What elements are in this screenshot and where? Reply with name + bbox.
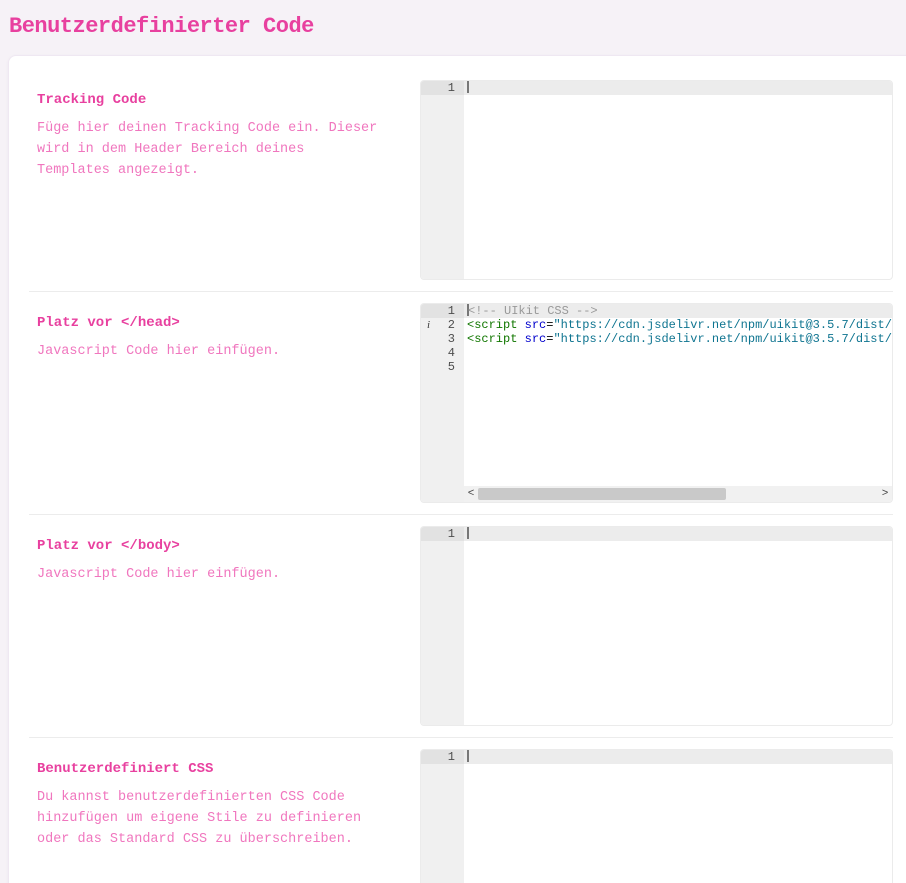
- code-line: <script src="https://cdn.jsdelivr.net/np…: [464, 318, 892, 332]
- section-before-body: Platz vor </body> Javascript Code hier e…: [29, 514, 893, 737]
- info-annotation-icon: i: [427, 318, 430, 332]
- section-custom-css: Benutzerdefiniert CSS Du kannst benutzer…: [29, 737, 893, 883]
- scroll-left-arrow-icon[interactable]: <: [464, 486, 478, 502]
- code-token: src: [525, 318, 547, 332]
- code-line: <script src="https://cdn.jsdelivr.net/np…: [464, 332, 892, 346]
- section-text-column: Benutzerdefiniert CSS Du kannst benutzer…: [29, 749, 420, 883]
- line-number: 1: [421, 527, 464, 541]
- section-tracking-code: Tracking Code Füge hier deinen Tracking …: [29, 69, 893, 291]
- editor-gutter: 1: [421, 750, 464, 883]
- before-head-code-editor[interactable]: 12i345<!-- UIkit CSS --><script src="htt…: [420, 303, 893, 503]
- text-cursor: [467, 81, 469, 93]
- code-line: <!-- UIkit CSS -->: [464, 304, 892, 318]
- line-number: 1: [421, 81, 464, 95]
- code-line: [464, 360, 892, 374]
- code-line: [464, 346, 892, 360]
- code-token: <!-- UIkit CSS -->: [468, 304, 598, 318]
- code-token: <script: [467, 332, 517, 346]
- editor-content[interactable]: [464, 750, 892, 883]
- editor-content[interactable]: [464, 527, 892, 725]
- section-text-column: Platz vor </head> Javascript Code hier e…: [29, 303, 420, 503]
- editor-gutter: 1: [421, 527, 464, 725]
- code-line: [464, 81, 892, 95]
- code-token: "https://cdn.jsdelivr.net/npm/uikit@3.5.…: [553, 318, 892, 332]
- editor-gutter: 1: [421, 81, 464, 279]
- section-heading: Platz vor </head>: [37, 315, 384, 331]
- custom-code-card: Tracking Code Füge hier deinen Tracking …: [8, 55, 906, 883]
- section-text-column: Tracking Code Füge hier deinen Tracking …: [29, 80, 420, 280]
- code-line: [464, 750, 892, 764]
- code-token: <script: [467, 318, 517, 332]
- section-heading: Tracking Code: [37, 92, 384, 108]
- line-number: 1: [421, 750, 464, 764]
- editor-content[interactable]: [464, 81, 892, 279]
- line-number: 1: [421, 304, 464, 318]
- section-description: Du kannst benutzerdefinierten CSS Code h…: [37, 787, 384, 850]
- scroll-right-arrow-icon[interactable]: >: [878, 486, 892, 502]
- code-token: src: [525, 332, 547, 346]
- scrollbar-track[interactable]: [478, 486, 878, 502]
- line-number: 4: [421, 346, 464, 360]
- section-description: Füge hier deinen Tracking Code ein. Dies…: [37, 118, 384, 181]
- line-number: 3: [421, 332, 464, 346]
- text-cursor: [467, 750, 469, 762]
- section-description: Javascript Code hier einfügen.: [37, 564, 384, 585]
- editor-content[interactable]: <!-- UIkit CSS --><script src="https://c…: [464, 304, 892, 502]
- tracking-code-editor[interactable]: 1: [420, 80, 893, 280]
- code-line: [464, 527, 892, 541]
- editor-gutter: 12i345: [421, 304, 464, 502]
- page-title: Benutzerdefinierter Code: [9, 13, 906, 41]
- before-body-code-editor[interactable]: 1: [420, 526, 893, 726]
- text-cursor: [467, 527, 469, 539]
- section-description: Javascript Code hier einfügen.: [37, 341, 384, 362]
- section-heading: Benutzerdefiniert CSS: [37, 761, 384, 777]
- line-number: 5: [421, 360, 464, 374]
- section-text-column: Platz vor </body> Javascript Code hier e…: [29, 526, 420, 726]
- code-token: "https://cdn.jsdelivr.net/npm/uikit@3.5.…: [553, 332, 892, 346]
- code-token: [517, 318, 524, 332]
- horizontal-scrollbar[interactable]: <>: [464, 486, 892, 502]
- section-before-head: Platz vor </head> Javascript Code hier e…: [29, 291, 893, 514]
- scrollbar-thumb[interactable]: [478, 488, 726, 500]
- line-number: 2i: [421, 318, 464, 332]
- code-token: [517, 332, 524, 346]
- section-heading: Platz vor </body>: [37, 538, 384, 554]
- custom-css-code-editor[interactable]: 1: [420, 749, 893, 883]
